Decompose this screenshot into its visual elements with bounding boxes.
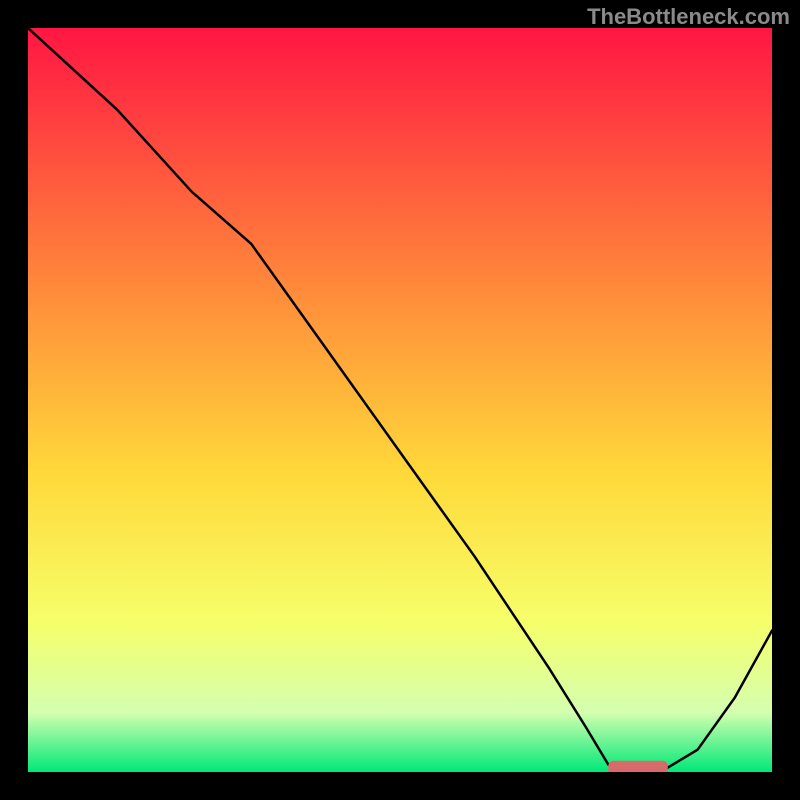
- plot-background: [28, 28, 772, 772]
- bottleneck-chart: [28, 28, 772, 772]
- watermark-text: TheBottleneck.com: [587, 4, 790, 30]
- target-marker: [608, 761, 668, 772]
- chart-container: TheBottleneck.com: [0, 0, 800, 800]
